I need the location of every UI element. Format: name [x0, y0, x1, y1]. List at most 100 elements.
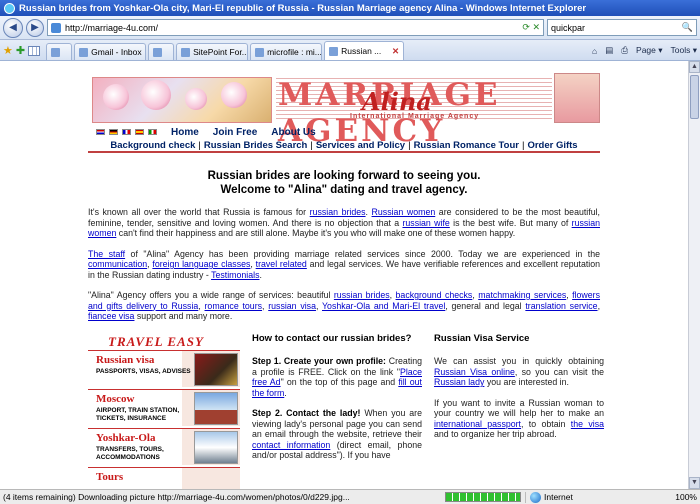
nav-separator: |	[198, 139, 201, 151]
header-flowers-image	[92, 77, 272, 123]
tab-favicon-icon	[181, 47, 191, 57]
search-icon[interactable]: 🔍	[682, 22, 693, 33]
flower-icon	[141, 80, 171, 110]
link-yoshkar-ola-travel[interactable]: Yoshkar-Ola and Mari-El travel	[322, 301, 445, 311]
nav-background-check[interactable]: Background check	[110, 140, 195, 151]
vertical-scrollbar[interactable]: ▲ ▼	[688, 61, 700, 489]
flag-uk-icon[interactable]	[96, 129, 105, 135]
flower-icon	[221, 82, 247, 108]
flower-icon	[185, 88, 207, 110]
address-toolbar: ◀ ▶ http://marriage-4u.com/ ⟳ ✕ quickpar…	[0, 16, 700, 40]
quick-tabs-icon[interactable]	[28, 45, 41, 56]
link-communication[interactable]: communication	[88, 259, 147, 269]
tab-sitepoint[interactable]: SitePoint For...	[176, 43, 249, 60]
contact-heading: How to contact our russian brides?	[252, 332, 412, 344]
scroll-thumb[interactable]	[690, 75, 699, 119]
scroll-up-icon[interactable]: ▲	[689, 61, 700, 73]
link-translation[interactable]: translation service	[525, 301, 597, 311]
link-russian-wife[interactable]: russian wife	[402, 218, 449, 228]
link-russian-brides-2[interactable]: russian brides	[334, 290, 390, 300]
welcome-heading: Russian brides are looking forward to se…	[207, 170, 481, 196]
tab-2[interactable]	[148, 43, 175, 60]
tab-bar: ★ ✚ Gmail - Inbox SitePoint For... micro…	[0, 40, 700, 61]
nav-about-us[interactable]: About Us	[271, 127, 315, 138]
intro-paragraph: It's known all over the world that Russi…	[88, 207, 600, 238]
window-titlebar: Russian brides from Yoshkar-Ola city, Ma…	[0, 0, 700, 16]
tab-0[interactable]	[46, 43, 73, 60]
flag-it-icon[interactable]	[148, 129, 157, 135]
link-the-visa[interactable]: the visa	[571, 419, 604, 429]
scroll-down-icon[interactable]: ▼	[689, 477, 700, 489]
globe-icon	[530, 491, 541, 503]
travel-card-visa[interactable]: Russian visa Passports, visas, advises	[88, 349, 240, 387]
page-viewport: MARRIAGE AGENCY Alina International Marr…	[0, 61, 688, 489]
ie-icon	[4, 2, 15, 14]
link-travel-related[interactable]: travel related	[256, 259, 307, 269]
link-russian-brides[interactable]: russian brides	[310, 207, 366, 217]
link-testimonials[interactable]: Testimonials	[211, 270, 259, 280]
zone-label: Internet	[544, 492, 573, 502]
contact-column: How to contact our russian brides? Step …	[252, 332, 423, 490]
feeds-icon[interactable]: ▤	[605, 45, 613, 56]
flag-fr-icon[interactable]	[122, 129, 131, 135]
refresh-icon[interactable]: ⟳ ✕	[522, 22, 540, 33]
tools-menu[interactable]: Tools ▾	[671, 45, 697, 56]
brand-tagline: International Marriage Agency	[350, 113, 480, 120]
close-tab-icon[interactable]: ✕	[392, 46, 399, 57]
top-nav-row: Home Join Free About Us	[88, 125, 600, 139]
search-value[interactable]: quickpar	[551, 23, 585, 33]
link-matchmaking[interactable]: matchmaking services	[478, 290, 566, 300]
link-romance-tours[interactable]: romance tours	[205, 301, 263, 311]
tab-russian-active[interactable]: Russian ... ✕	[324, 41, 405, 60]
tab-favicon-icon	[51, 47, 61, 57]
link-language-classes[interactable]: foreign language classes	[152, 259, 250, 269]
services-paragraph: "Alina" Agency offers you a wide range o…	[88, 290, 601, 321]
print-icon[interactable]: ⎙	[621, 45, 628, 56]
page-menu[interactable]: Page ▾	[636, 45, 662, 56]
step1-text: Step 1. Create your own profile: Creatin…	[252, 356, 422, 398]
download-progress-bar	[445, 492, 521, 502]
travel-card-moscow[interactable]: Moscow Airport, train station, tickets, …	[88, 388, 240, 426]
link-russian-lady[interactable]: Russian lady	[434, 377, 484, 387]
nav-join-free[interactable]: Join Free	[213, 127, 257, 138]
travel-card-tours[interactable]: Tours	[88, 466, 240, 489]
window-title: Russian brides from Yoshkar-Ola city, Ma…	[19, 2, 587, 14]
link-contact-information[interactable]: contact information	[252, 440, 330, 450]
kremlin-image	[194, 391, 238, 425]
visa-heading: Russian Visa Service	[434, 332, 530, 344]
address-url[interactable]: http://marriage-4u.com/	[65, 23, 158, 33]
visa-p1: We can assist you in quickly obtaining R…	[434, 356, 604, 387]
visa-p2: If you want to invite a Russian woman to…	[434, 397, 604, 440]
passport-image	[194, 352, 238, 386]
link-russian-visa[interactable]: russian visa	[268, 301, 316, 311]
travel-easy-title: TRAVEL EASY	[108, 333, 204, 349]
tab-favicon-icon	[153, 47, 163, 57]
link-background-checks[interactable]: background checks	[396, 290, 473, 300]
security-zone[interactable]: Internet	[525, 491, 645, 503]
link-international-passport[interactable]: international passport	[434, 419, 521, 429]
link-the-staff[interactable]: The staff	[88, 249, 125, 259]
search-input[interactable]: quickpar 🔍	[547, 19, 697, 36]
tab-gmail[interactable]: Gmail - Inbox	[74, 43, 147, 60]
tab-microfile[interactable]: microfile : mi...	[250, 43, 323, 60]
home-icon[interactable]: ⌂	[592, 46, 597, 56]
link-visa-online[interactable]: Russian Visa online	[434, 367, 515, 377]
flag-es-icon[interactable]	[135, 129, 144, 135]
forward-button[interactable]: ▶	[26, 18, 44, 37]
top-nav: Home Join Free About Us	[171, 127, 316, 138]
favorites-star-icon[interactable]: ★	[3, 44, 13, 57]
add-favorites-icon[interactable]: ✚	[16, 44, 25, 57]
status-bar: (4 items remaining) Downloading picture …	[0, 489, 700, 504]
nav-home[interactable]: Home	[171, 127, 199, 138]
travel-easy-panel: TRAVEL EASY Russian visa Passports, visa…	[88, 333, 240, 489]
step2-text: Step 2. Contact the lady! When you are v…	[252, 408, 423, 460]
back-button[interactable]: ◀	[3, 17, 23, 38]
link-russian-women[interactable]: Russian women	[372, 207, 436, 217]
tab-favicon-icon	[79, 47, 89, 57]
zoom-level[interactable]: 100%	[649, 492, 697, 502]
travel-card-yoshkar-ola[interactable]: Yoshkar-Ola Transfers, tours, accommodat…	[88, 427, 240, 465]
address-bar[interactable]: http://marriage-4u.com/ ⟳ ✕	[47, 19, 544, 36]
link-fiancee-visa[interactable]: fiancee visa	[88, 311, 134, 321]
flag-de-icon[interactable]	[109, 129, 118, 135]
lower-section: TRAVEL EASY Russian visa Passports, visa…	[88, 332, 604, 490]
